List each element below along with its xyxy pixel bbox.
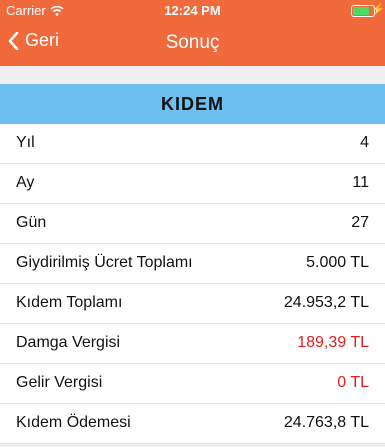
row-yil: Yıl 4 <box>0 124 385 164</box>
row-value: 24.763,8 TL <box>283 414 369 431</box>
row-value: 27 <box>351 214 369 231</box>
row-damga-vergisi: Damga Vergisi 189,39 TL <box>0 324 385 364</box>
row-label: Giydirilmiş Ücret Toplamı <box>16 254 193 271</box>
status-time: 12:24 PM <box>164 3 221 18</box>
row-value: 0 TL <box>337 374 369 391</box>
row-label: Yıl <box>16 134 35 151</box>
row-value: 4 <box>360 134 369 151</box>
row-value: 5.000 TL <box>306 254 369 271</box>
app-header: Carrier 12:24 PM ⚡ Geri Sonuç <box>0 0 385 66</box>
row-gun: Gün 27 <box>0 204 385 244</box>
navigation-bar: Geri Sonuç <box>0 20 385 66</box>
row-label: Damga Vergisi <box>16 334 121 351</box>
row-kidem-toplami: Kıdem Toplamı 24.953,2 TL <box>0 284 385 324</box>
row-kidem-odemesi: Kıdem Ödemesi 24.763,8 TL <box>0 404 385 444</box>
section-header-kidem: KIDEM <box>0 84 385 124</box>
row-giydirilmis-ucret: Giydirilmiş Ücret Toplamı 5.000 TL <box>0 244 385 284</box>
row-label: Gün <box>16 214 47 231</box>
charging-icon: ⚡ <box>371 4 385 16</box>
page-title: Sonuç <box>165 32 220 53</box>
status-bar: Carrier 12:24 PM ⚡ <box>0 0 385 20</box>
row-label: Kıdem Toplamı <box>16 294 123 311</box>
row-label: Ay <box>16 174 35 191</box>
row-label: Kıdem Ödemesi <box>16 414 131 431</box>
row-value: 24.953,2 TL <box>283 294 369 311</box>
row-value: 189,39 TL <box>297 334 369 351</box>
row-value: 11 <box>352 174 369 191</box>
row-gelir-vergisi: Gelir Vergisi 0 TL <box>0 364 385 404</box>
results-list: Yıl 4 Ay 11 Gün 27 Giydirilmiş Ücret Top… <box>0 124 385 444</box>
row-label: Gelir Vergisi <box>16 374 103 391</box>
row-ay: Ay 11 <box>0 164 385 204</box>
